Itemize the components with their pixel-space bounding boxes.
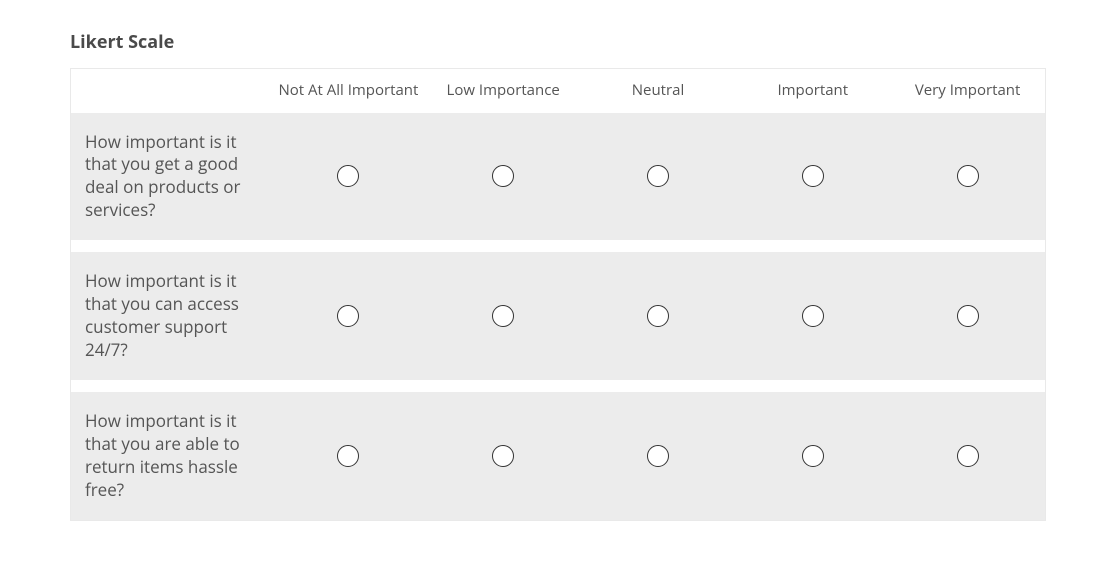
likert-row: How important is it that you are able to… — [71, 392, 1045, 520]
column-header: Important — [735, 81, 890, 101]
radio-option[interactable] — [492, 305, 514, 327]
column-header: Low Importance — [426, 81, 581, 101]
question-text: How important is it that you can access … — [71, 270, 271, 362]
radio-option[interactable] — [647, 165, 669, 187]
column-header: Very Important — [890, 81, 1045, 101]
radio-option[interactable] — [957, 445, 979, 467]
column-header: Neutral — [581, 81, 736, 101]
radio-option[interactable] — [957, 305, 979, 327]
likert-table: Not At All Important Low Importance Neut… — [70, 68, 1046, 521]
likert-row: How important is it that you can access … — [71, 252, 1045, 380]
radio-option[interactable] — [957, 165, 979, 187]
radio-option[interactable] — [802, 165, 824, 187]
radio-option[interactable] — [647, 305, 669, 327]
radio-option[interactable] — [337, 445, 359, 467]
radio-option[interactable] — [492, 165, 514, 187]
radio-option[interactable] — [647, 445, 669, 467]
question-text: How important is it that you get a good … — [71, 131, 271, 223]
radio-option[interactable] — [492, 445, 514, 467]
likert-header-row: Not At All Important Low Importance Neut… — [71, 69, 1045, 113]
likert-row: How important is it that you get a good … — [71, 113, 1045, 241]
radio-option[interactable] — [802, 445, 824, 467]
likert-title: Likert Scale — [70, 30, 1046, 54]
question-text: How important is it that you are able to… — [71, 410, 271, 502]
radio-option[interactable] — [337, 165, 359, 187]
column-header: Not At All Important — [271, 81, 426, 101]
radio-option[interactable] — [802, 305, 824, 327]
likert-body: How important is it that you get a good … — [71, 113, 1045, 520]
radio-option[interactable] — [337, 305, 359, 327]
